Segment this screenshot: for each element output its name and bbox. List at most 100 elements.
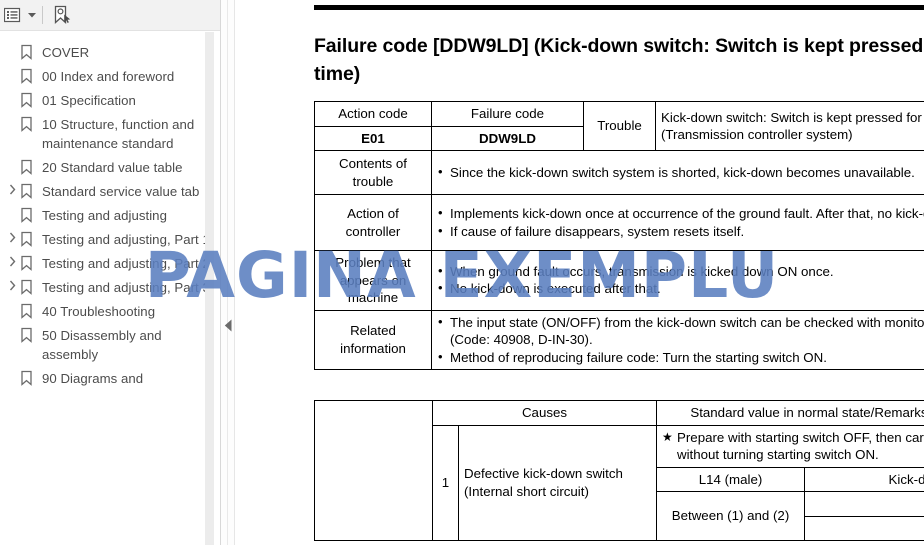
sidebar-scrollbar-thumb[interactable] [205,32,214,545]
bookmark-item[interactable]: 01 Specification [0,89,220,113]
bookmark-item[interactable]: 40 Troubleshooting [0,300,220,324]
sidebar-scrollbar[interactable] [205,32,214,545]
bookmark-icon [20,41,38,65]
document-page[interactable]: Failure code [DDW9LD] (Kick-down switch:… [236,0,924,545]
chevron-down-icon[interactable] [24,2,40,28]
bookmark-item[interactable]: Testing and adjusting, Part 2 [0,252,220,276]
bookmark-label: 01 Specification [42,93,136,108]
row-value-problem-on-machine: When ground fault occurs, transmission i… [431,250,924,311]
failure-code-summary-table: Action code Failure code Trouble Kick-do… [314,101,924,370]
new-bookmark-button[interactable] [49,2,75,28]
bookmarks-toolbar [0,0,220,31]
troubleshooting-note: Prepare with starting switch OFF, then c… [655,424,924,468]
pdf-viewer-window: COVER 00 Index and foreword 01 Specifica… [0,0,924,545]
bookmark-item[interactable]: COVER [0,41,220,65]
caret-glyph [28,13,36,18]
bullet: If cause of failure disappears, system r… [437,222,924,241]
sidebar-splitter[interactable] [221,0,235,545]
bookmark-item[interactable]: Testing and adjusting, Part 3 [0,276,220,300]
bookmark-icon [20,65,38,89]
chevron-right-icon[interactable] [4,228,20,243]
bookmark-item[interactable]: 20 Standard value table [0,156,220,180]
bookmark-label: Testing and adjusting, Part 2 [42,256,210,271]
bookmark-label: 10 Structure, function and maintenance s… [42,117,195,151]
bookmark-icon [20,276,38,300]
caret-left-icon [224,319,231,331]
bookmark-add-icon [54,5,71,24]
bookmark-label: Testing and adjusting [42,208,167,223]
causes-left-spacer [314,400,433,541]
switch-state-on: ON [803,491,924,517]
toolbar-separator [42,6,43,24]
bookmark-icon [20,300,38,324]
table-row: Action of controller Implements kick-dow… [314,194,924,251]
table-row: Causes Standard value in normal state/Re… [314,400,924,541]
switch-header: Kick-down switch [803,466,924,492]
table-row: Contents of trouble Since the kick-down … [314,150,924,195]
bookmark-label: Testing and adjusting, Part 1 [42,232,210,247]
action-code-header: Action code [314,101,432,127]
bullet: No kick-down is executed after that. [437,279,924,298]
bullet: Since the kick-down switch system is sho… [437,163,924,182]
switch-state-off: OFF [803,515,924,541]
bookmark-item[interactable]: Standard service value tab [0,180,220,204]
bookmark-icon [20,367,38,391]
bookmark-label: COVER [42,45,90,60]
cause-number: 1 [432,424,459,541]
note-line-1: Prepare with starting switch OFF, then c… [662,429,924,447]
standard-value-header: Standard value in normal state/Remarks o… [655,400,924,426]
bullet: When ground fault occurs, transmission i… [437,262,924,281]
bookmark-icon [20,204,38,228]
bookmark-icon [20,228,38,252]
bookmark-label: 40 Troubleshooting [42,304,156,319]
row-label-related-information: Related information [314,309,432,370]
bookmark-label: 90 Diagrams and [42,371,144,386]
connector-header: L14 (male) [656,466,805,492]
bookmark-icon [20,156,38,180]
bullet: Method of reproducing failure code: Turn… [437,348,924,367]
row-value-action-of-controller: Implements kick-down once at occurrence … [431,194,924,251]
bookmarks-list[interactable]: COVER 00 Index and foreword 01 Specifica… [0,32,220,545]
bookmark-icon [20,324,38,348]
bookmark-item[interactable]: 50 Disassembly and assembly [0,324,220,367]
row-label-contents-of-trouble: Contents of trouble [314,150,432,195]
page-top-rule [314,5,924,10]
bookmark-icon [20,113,38,137]
bookmark-item[interactable]: Testing and adjusting, Part 1 [0,228,220,252]
cause-description: Defective kick-down switch (Internal sho… [458,424,657,541]
causes-header: Causes [432,400,657,426]
table-row: Action code Failure code Trouble Kick-do… [314,101,924,151]
trouble-text: Kick-down switch: Switch is kept pressed… [655,101,924,151]
bookmark-item[interactable]: 10 Structure, function and maintenance s… [0,113,220,156]
action-code-value: E01 [314,125,432,151]
table-row: Related information The input state (ON/… [314,309,924,370]
collapse-sidebar-button[interactable] [221,316,235,334]
failure-code-value: DDW9LD [431,125,584,151]
chevron-right-icon[interactable] [4,276,20,291]
bookmark-icon [20,252,38,276]
bookmark-item[interactable]: 00 Index and foreword [0,65,220,89]
row-value-contents-of-trouble: Since the kick-down switch system is sho… [431,150,924,195]
bookmark-item[interactable]: 90 Diagrams and [0,367,220,391]
causes-table: Causes Standard value in normal state/Re… [314,400,924,541]
between-pins-label: Between (1) and (2) [656,491,805,541]
bookmark-label: 20 Standard value table [42,160,183,175]
list-outline-icon [4,7,21,23]
note-line-2: without turning starting switch ON. [677,447,879,462]
page-title: Failure code [DDW9LD] (Kick-down switch:… [314,35,924,85]
row-value-related-information: The input state (ON/OFF) from the kick-d… [431,309,924,370]
failure-code-header: Failure code [431,101,584,127]
bookmark-label: 50 Disassembly and assembly [42,328,162,362]
row-label-problem-on-machine: Problem that appears on machine [314,250,432,311]
chevron-right-icon[interactable] [4,180,20,195]
row-label-action-of-controller: Action of controller [314,194,432,251]
outline-options-button[interactable] [2,2,24,28]
bookmark-icon [20,180,38,204]
chevron-right-icon[interactable] [4,252,20,267]
bookmark-label: 00 Index and foreword [42,69,175,84]
bookmark-item[interactable]: Testing and adjusting [0,204,220,228]
bookmarks-sidebar: COVER 00 Index and foreword 01 Specifica… [0,0,221,545]
trouble-label: Trouble [583,101,656,151]
bullet: Implements kick-down once at occurrence … [437,204,924,223]
splitter-bar [227,0,228,545]
